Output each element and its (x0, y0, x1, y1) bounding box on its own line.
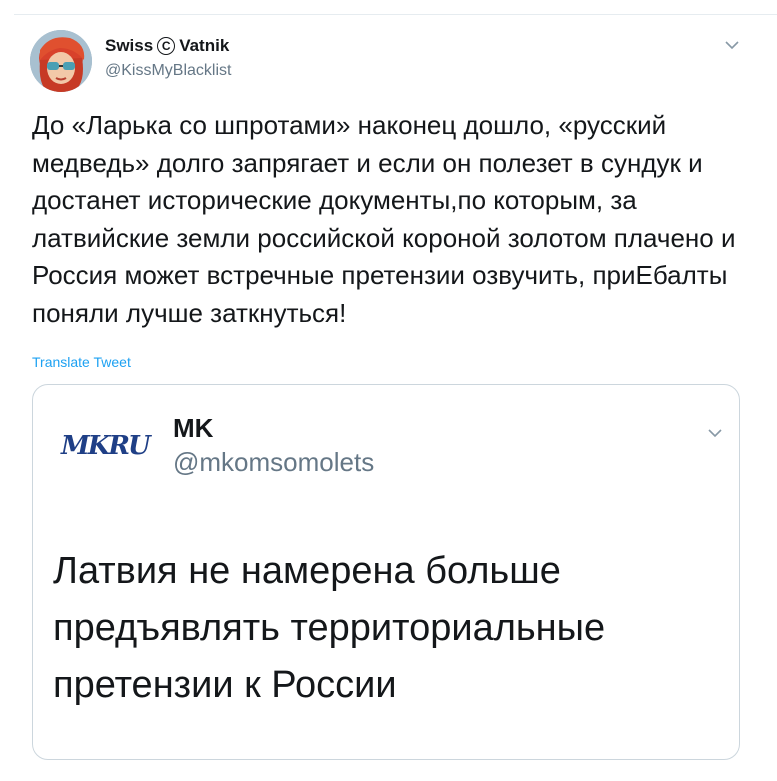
avatar-image (30, 30, 92, 92)
quoted-chevron-down-icon[interactable] (707, 425, 723, 441)
author-name-last: Vatnik (179, 36, 230, 55)
tweet-text: До «Ларька со шпротами» наконец дошло, «… (32, 110, 736, 328)
chevron-down-icon[interactable] (724, 37, 740, 53)
tweet: Swiss C Vatnik @KissMyBlacklist До «Ларь… (0, 0, 777, 781)
avatar[interactable] (30, 30, 92, 92)
author-name[interactable]: Swiss C Vatnik (105, 36, 229, 56)
author-name-first: Swiss (105, 36, 154, 55)
quoted-author-handle[interactable]: @mkomsomolets (173, 447, 374, 478)
quoted-author-name[interactable]: MK (173, 413, 213, 444)
copyright-icon: C (157, 37, 176, 55)
translate-tweet-link[interactable]: Translate Tweet (32, 354, 131, 370)
mk-logo: MKRU (61, 431, 151, 461)
quoted-tweet[interactable]: MKRU MK @mkomsomolets Латвия не намерена… (32, 384, 740, 760)
author-handle[interactable]: @KissMyBlacklist (105, 62, 231, 80)
quoted-tweet-text: Латвия не намерена больше предъявлять те… (53, 550, 606, 706)
